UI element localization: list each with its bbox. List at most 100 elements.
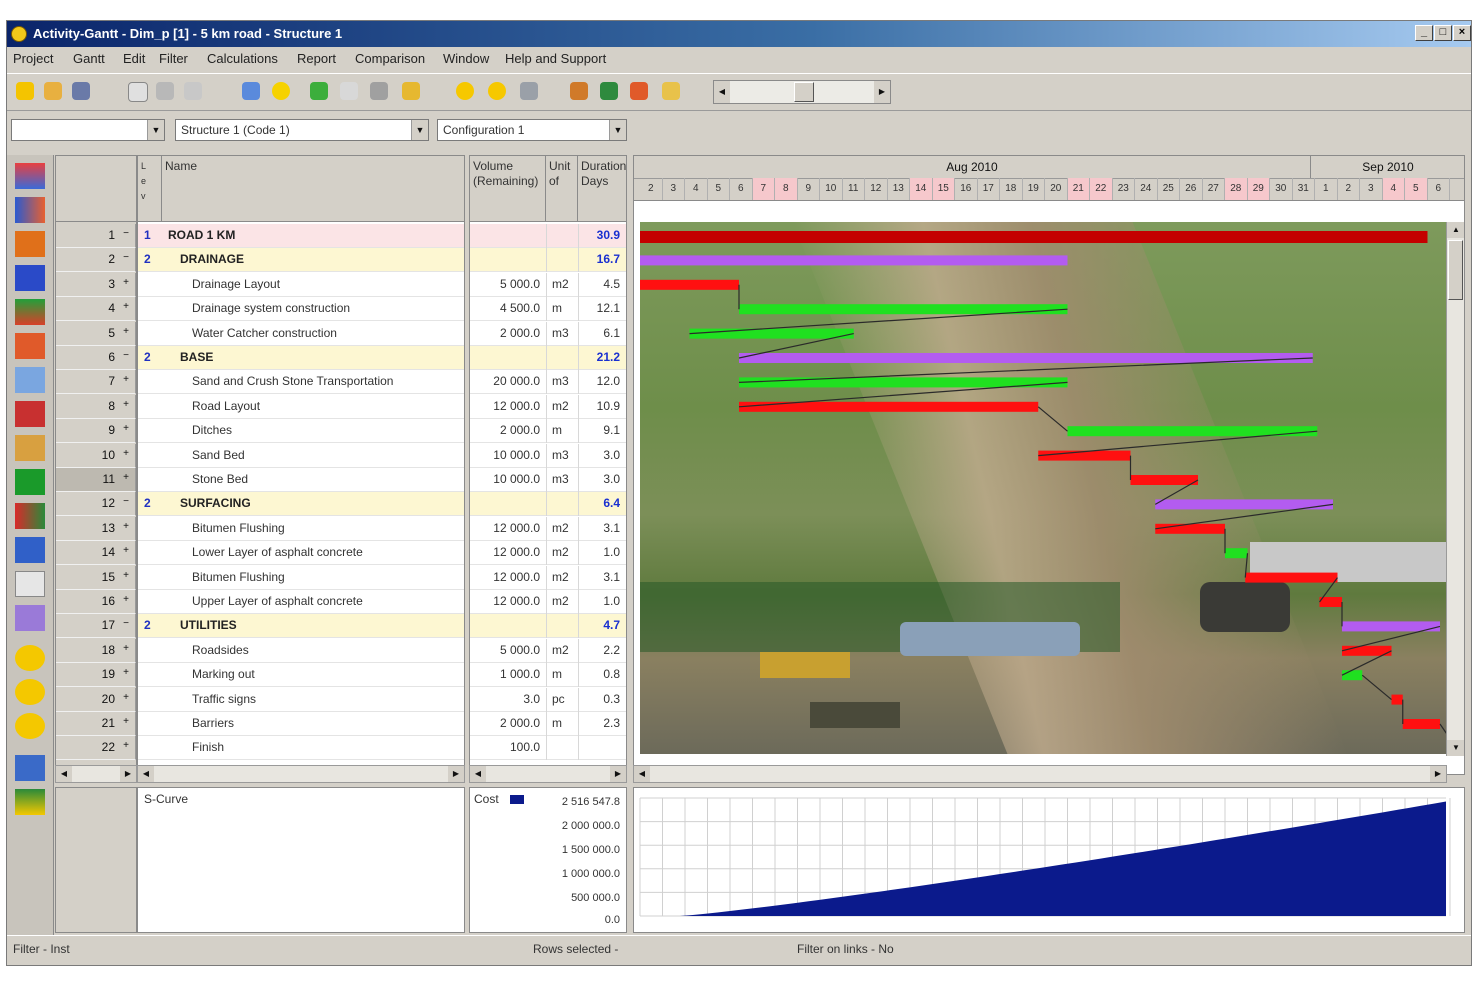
- resource-icon[interactable]: [15, 231, 45, 257]
- info-icon[interactable]: [15, 645, 45, 671]
- row-toggle[interactable]: +: [123, 521, 129, 532]
- calendar-icon[interactable]: [15, 367, 45, 393]
- table-row[interactable]: Water Catcher construction: [138, 321, 464, 346]
- slider-left-arrow[interactable]: ◀: [714, 81, 730, 103]
- table-row[interactable]: Upper Layer of asphalt concrete: [138, 590, 464, 614]
- table-row[interactable]: 2 DRAINAGE: [138, 248, 464, 273]
- scroll-thumb[interactable]: [1448, 240, 1463, 300]
- table-row[interactable]: 5 000.0 m2 4.5: [470, 272, 626, 297]
- values-scrollbar[interactable]: ◀ ▶: [469, 765, 627, 783]
- copy-icon[interactable]: [337, 79, 361, 103]
- row-number[interactable]: 5 +: [56, 321, 136, 346]
- materials-icon[interactable]: [15, 333, 45, 359]
- table-row[interactable]: 12 000.0 m2 10.9: [470, 394, 626, 419]
- menu-report[interactable]: Report: [297, 51, 336, 66]
- table-row[interactable]: Roadsides: [138, 638, 464, 663]
- row-toggle[interactable]: +: [123, 594, 129, 605]
- save-icon[interactable]: [69, 79, 93, 103]
- row-number[interactable]: 18 +: [56, 638, 136, 663]
- row-toggle[interactable]: +: [123, 643, 129, 654]
- scroll-left-arrow[interactable]: ◀: [56, 766, 72, 782]
- new-project-icon[interactable]: [13, 79, 37, 103]
- menu-calculations[interactable]: Calculations: [207, 51, 278, 66]
- row-toggle[interactable]: −: [123, 228, 129, 239]
- row-toggle[interactable]: +: [123, 545, 129, 556]
- pause-icon[interactable]: [15, 679, 45, 705]
- scroll-left-arrow[interactable]: ◀: [470, 766, 486, 782]
- row-toggle[interactable]: +: [123, 301, 129, 312]
- network-icon[interactable]: [15, 197, 45, 223]
- table-row[interactable]: Sand and Crush Stone Transportation: [138, 370, 464, 395]
- text-format-icon[interactable]: [181, 79, 205, 103]
- export-icon[interactable]: [15, 789, 45, 815]
- alert-icon[interactable]: [15, 713, 45, 739]
- row-toggle[interactable]: +: [123, 692, 129, 703]
- table-row[interactable]: 2 000.0 m3 6.1: [470, 321, 626, 346]
- warning-icon[interactable]: [627, 79, 651, 103]
- row-number[interactable]: 15 +: [56, 565, 136, 590]
- menu-project[interactable]: Project: [13, 51, 53, 66]
- structure-select[interactable]: Structure 1 (Code 1) ▼: [175, 119, 429, 141]
- scroll-right-arrow[interactable]: ▶: [120, 766, 136, 782]
- gantt-view-icon[interactable]: [15, 163, 45, 189]
- menu-window[interactable]: Window: [443, 51, 489, 66]
- table-row[interactable]: 10 000.0 m3 3.0: [470, 468, 626, 492]
- row-number[interactable]: 6−: [56, 346, 136, 370]
- menu-filter[interactable]: Filter: [159, 51, 188, 66]
- table-row[interactable]: Drainage system construction: [138, 297, 464, 322]
- report-icon[interactable]: [15, 435, 45, 461]
- row-toggle[interactable]: +: [123, 277, 129, 288]
- table-row[interactable]: 12 000.0 m2 3.1: [470, 516, 626, 541]
- row-toggle[interactable]: −: [123, 350, 129, 361]
- menu-edit[interactable]: Edit: [123, 51, 145, 66]
- table-row[interactable]: Road Layout: [138, 394, 464, 419]
- table-row[interactable]: Ditches: [138, 419, 464, 444]
- row-toggle[interactable]: −: [123, 618, 129, 629]
- bulb-icon[interactable]: [269, 79, 293, 103]
- minimize-button[interactable]: _: [1415, 25, 1433, 41]
- print-icon[interactable]: [153, 79, 177, 103]
- scroll-right-arrow[interactable]: ▶: [448, 766, 464, 782]
- tools-icon[interactable]: [567, 79, 591, 103]
- duration-column-header[interactable]: Duration, Days: [578, 156, 626, 222]
- row-number[interactable]: 16 +: [56, 590, 136, 614]
- paste-icon[interactable]: [399, 79, 423, 103]
- scroll-down-arrow[interactable]: ▼: [1447, 740, 1464, 756]
- row-number[interactable]: 22 +: [56, 736, 136, 761]
- row-toggle[interactable]: +: [123, 667, 129, 678]
- row-toggle[interactable]: +: [123, 716, 129, 727]
- costs-icon[interactable]: [15, 401, 45, 427]
- table-row[interactable]: 1 000.0 m 0.8: [470, 663, 626, 688]
- gantt-bar[interactable]: [1402, 719, 1440, 729]
- bars-icon[interactable]: [15, 537, 45, 563]
- table-row[interactable]: Bitumen Flushing: [138, 516, 464, 541]
- table-row[interactable]: 16.7: [470, 248, 626, 273]
- table-row[interactable]: 12 000.0 m2 3.1: [470, 565, 626, 590]
- chevron-down-icon[interactable]: ▼: [609, 120, 626, 140]
- undo-icon[interactable]: [239, 79, 263, 103]
- tree-icon[interactable]: [15, 469, 45, 495]
- scroll-right-arrow[interactable]: ▶: [1430, 766, 1446, 782]
- row-toggle[interactable]: +: [123, 472, 129, 483]
- table-row[interactable]: 12 000.0 m2 1.0: [470, 541, 626, 566]
- document-icon[interactable]: [15, 605, 45, 631]
- unit-column-header[interactable]: Unit of: [546, 156, 578, 222]
- link-icon[interactable]: [15, 755, 45, 781]
- table-row[interactable]: 12 000.0 m2 1.0: [470, 590, 626, 614]
- scroll-up-arrow[interactable]: ▲: [1447, 222, 1464, 238]
- gantt-bar[interactable]: [1155, 523, 1225, 534]
- table-row[interactable]: 5 000.0 m2 2.2: [470, 638, 626, 663]
- row-number[interactable]: 12−: [56, 492, 136, 517]
- nav-right-icon[interactable]: [485, 79, 509, 103]
- menu-gantt[interactable]: Gantt: [73, 51, 105, 66]
- table-row[interactable]: 21.2: [470, 346, 626, 370]
- row-number[interactable]: 3 +: [56, 272, 136, 297]
- table-row[interactable]: Barriers: [138, 712, 464, 736]
- row-toggle[interactable]: +: [123, 399, 129, 410]
- row-toggle[interactable]: −: [123, 252, 129, 263]
- table-row[interactable]: Drainage Layout: [138, 272, 464, 297]
- name-column-header[interactable]: Name: [162, 156, 464, 222]
- table-row[interactable]: 2 000.0 m 2.3: [470, 712, 626, 736]
- volume-column-header[interactable]: Volume (Remaining): [470, 156, 546, 222]
- table-row[interactable]: 4.7: [470, 614, 626, 639]
